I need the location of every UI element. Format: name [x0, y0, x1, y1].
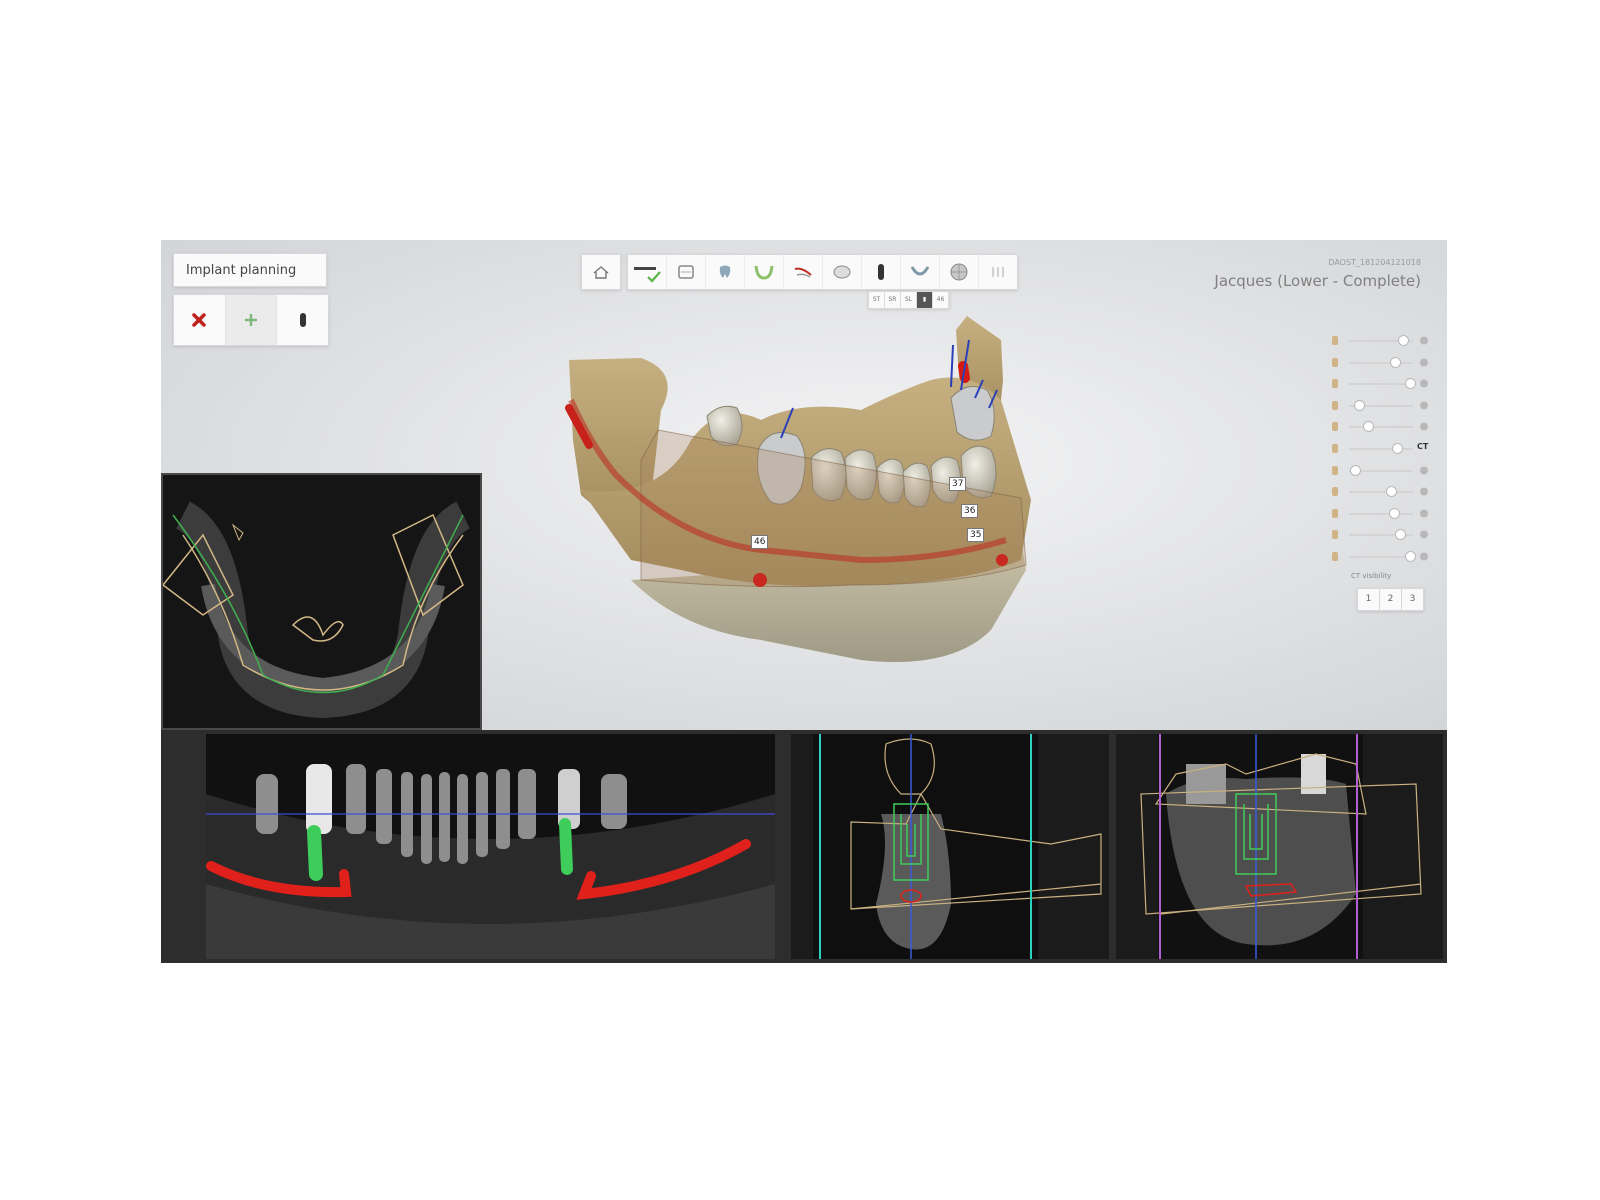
nerve-icon [1329, 377, 1341, 390]
implant-lead-icon [1329, 334, 1341, 347]
tooth-label-35[interactable]: 35 [967, 528, 985, 542]
ct-icon [1329, 442, 1341, 455]
visibility-slider-teeth[interactable] [1329, 503, 1439, 525]
visibility-slider-contrast[interactable] [1329, 546, 1439, 568]
view-buttons: 1 2 3 [1357, 588, 1424, 611]
slider-knob[interactable] [1385, 486, 1397, 498]
slider-track[interactable] [1349, 426, 1413, 429]
mode-title: Implant planning [173, 253, 327, 287]
mode-tools [173, 294, 329, 346]
patient-id: DAOST_181204121018 [1328, 258, 1421, 267]
tooth-label-36[interactable]: 36 [961, 504, 979, 518]
bone-icon-end [1417, 485, 1431, 498]
visibility-slider-tooth[interactable] [1329, 460, 1439, 482]
visibility-slider-bone[interactable] [1329, 481, 1439, 503]
tooth-crown-icon[interactable] [823, 255, 862, 289]
delete-x-icon[interactable] [174, 295, 226, 345]
ct-visibility-toggle[interactable]: CT visibility [1351, 572, 1391, 580]
tooth-icon-end [1417, 464, 1431, 477]
add-plus-icon[interactable] [225, 295, 278, 345]
visibility-slider-crown[interactable] [1329, 352, 1439, 374]
slider-knob[interactable] [1390, 356, 1402, 368]
jaw-icon[interactable] [901, 255, 940, 289]
visibility-slider-implant-lead[interactable] [1329, 330, 1439, 352]
cross-section-view-a[interactable] [791, 734, 1109, 959]
slider-knob[interactable] [1353, 399, 1365, 411]
subbar-item[interactable]: SR [885, 292, 901, 308]
visibility-slider-model[interactable] [1329, 395, 1439, 417]
implant-planning-app: 46 37 36 35 Implant planning ST SR SL ▮ … [161, 240, 1447, 963]
slider-knob[interactable] [1395, 529, 1407, 541]
bottom-views [161, 730, 1447, 963]
teeth-icon-end [1417, 507, 1431, 520]
visibility-slider-nerve[interactable] [1329, 373, 1439, 395]
slider-track[interactable] [1349, 361, 1413, 364]
cross-section-view-b[interactable] [1116, 734, 1443, 959]
implant-icon[interactable] [277, 295, 328, 345]
scan-icon[interactable] [667, 255, 706, 289]
nerve-icon-end [1417, 377, 1431, 390]
model-icon-end [1417, 399, 1431, 412]
crown-icon [1329, 356, 1341, 369]
visibility-slider-gear[interactable] [1329, 524, 1439, 546]
patient-name: Jacques (Lower - Complete) [1214, 272, 1421, 290]
tooth-label-46[interactable]: 46 [751, 535, 769, 549]
visibility-slider-pin[interactable] [1329, 416, 1439, 438]
slider-track[interactable] [1349, 383, 1413, 386]
contrast-icon-end [1417, 550, 1431, 563]
tooth-scan-icon[interactable] [706, 255, 745, 289]
pin-icon [1329, 420, 1341, 433]
contrast-icon [1329, 550, 1341, 563]
implant-icon[interactable] [862, 255, 901, 289]
pin-icon-end [1417, 420, 1431, 433]
sphere-icon[interactable] [940, 255, 979, 289]
subbar-item[interactable]: 46 [933, 292, 949, 308]
slider-track[interactable] [1349, 555, 1413, 558]
sleeve-icon[interactable] [979, 255, 1017, 289]
view-button-1[interactable]: 1 [1358, 589, 1380, 610]
panoramic-view[interactable] [206, 734, 775, 959]
teeth-icon [1329, 507, 1341, 520]
crown-icon-end [1417, 356, 1431, 369]
slider-knob[interactable] [1404, 378, 1416, 390]
slider-knob[interactable] [1398, 335, 1410, 346]
bone-icon [1329, 485, 1341, 498]
slider-track[interactable] [1349, 491, 1413, 494]
model-icon [1329, 399, 1341, 412]
axial-slice-image [163, 475, 480, 728]
slider-knob[interactable] [1363, 421, 1375, 433]
view-button-3[interactable]: 3 [1402, 589, 1423, 610]
ruler-check-icon[interactable] [628, 255, 667, 289]
slider-knob[interactable] [1404, 550, 1416, 562]
subbar-item[interactable]: ▮ [917, 292, 933, 308]
gear-icon [1329, 528, 1341, 541]
cross-section-image-b [1116, 734, 1443, 959]
slider-knob[interactable] [1388, 507, 1400, 519]
cross-section-image-a [791, 734, 1109, 959]
panoramic-image [206, 734, 775, 959]
slider-knob[interactable] [1350, 464, 1362, 476]
axial-ct-view[interactable] [161, 473, 482, 730]
view-subbar: ST SR SL ▮ 46 [868, 291, 950, 309]
subbar-item[interactable]: ST [869, 292, 885, 308]
ct-label: CT [1417, 441, 1429, 451]
nerve-icon[interactable] [784, 255, 823, 289]
slider-knob[interactable] [1392, 442, 1403, 454]
view-button-2[interactable]: 2 [1380, 589, 1402, 610]
main-toolbar [581, 254, 1018, 290]
visibility-sliders: CT [1329, 330, 1439, 568]
slider-track[interactable] [1349, 447, 1413, 450]
gear-icon-end [1417, 528, 1431, 541]
visibility-slider-ct[interactable]: CT [1329, 438, 1439, 460]
arch-icon[interactable] [745, 255, 784, 289]
implant-lead-icon-end [1417, 334, 1431, 347]
home-icon[interactable] [581, 254, 621, 290]
slider-track[interactable] [1349, 512, 1413, 515]
workflow-steps [627, 254, 1018, 290]
tooth-icon [1329, 464, 1341, 477]
tooth-label-37[interactable]: 37 [949, 477, 967, 491]
subbar-item[interactable]: SL [901, 292, 917, 308]
